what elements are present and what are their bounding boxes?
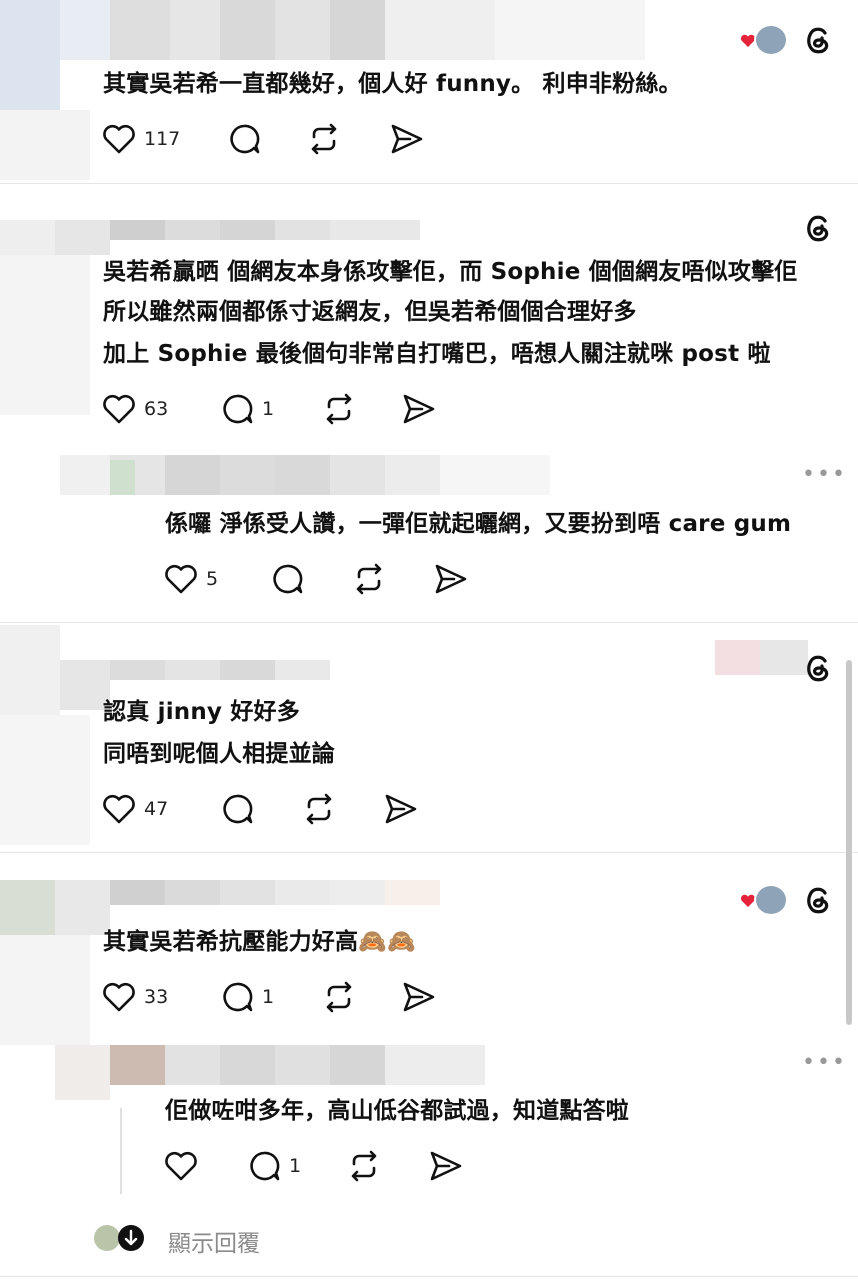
like-count: 117	[144, 128, 181, 150]
thread-connector-line	[120, 1108, 122, 1194]
threads-logo-icon[interactable]	[800, 882, 836, 918]
repost-button[interactable]	[305, 120, 343, 158]
repost-button[interactable]	[300, 790, 338, 828]
like-button[interactable]	[100, 790, 138, 828]
heart-outline-icon	[103, 394, 135, 424]
like-count: 5	[206, 568, 219, 590]
speech-bubble-icon	[273, 564, 303, 594]
divider	[0, 852, 858, 853]
speech-bubble-icon	[223, 394, 253, 424]
repost-icon	[326, 981, 352, 1013]
speech-bubble-icon	[223, 794, 253, 824]
scrollbar[interactable]	[846, 660, 852, 1025]
speech-bubble-icon	[230, 124, 260, 154]
repost-icon	[306, 793, 332, 825]
avatar[interactable]	[754, 24, 788, 56]
reply-button[interactable]	[225, 120, 263, 158]
reply-count: 1	[262, 398, 275, 420]
divider	[0, 183, 858, 184]
repost-button[interactable]	[320, 390, 358, 428]
reply-button[interactable]	[218, 978, 256, 1016]
like-button[interactable]	[162, 1147, 200, 1185]
post-text: 係囉 淨係受人讚，一彈佢就起曬網，又要扮到唔 care gum	[165, 511, 792, 537]
like-count: 63	[144, 398, 169, 420]
avatar[interactable]	[754, 884, 788, 916]
threads-logo-icon[interactable]	[800, 210, 836, 246]
like-button[interactable]	[162, 560, 200, 598]
heart-outline-icon	[103, 794, 135, 824]
arrow-down-icon	[118, 1225, 144, 1251]
send-icon	[391, 124, 423, 154]
heart-outline-icon	[165, 1151, 197, 1181]
repost-icon	[356, 563, 382, 595]
threads-logo-icon[interactable]	[800, 650, 836, 686]
heart-outline-icon	[103, 982, 135, 1012]
threads-logo-icon[interactable]	[800, 22, 836, 58]
heart-outline-icon	[103, 124, 135, 154]
post-text: 其實吳若希抗壓能力好高🙈🙈	[103, 929, 416, 955]
liked-by-avatars	[740, 884, 788, 916]
share-button[interactable]	[388, 120, 426, 158]
send-icon	[403, 982, 435, 1012]
more-icon[interactable]: •••	[802, 1050, 847, 1075]
send-icon	[430, 1151, 462, 1181]
reply-count: 1	[289, 1155, 302, 1177]
post-text: 吳若希贏晒 個網友本身係攻擊佢，而 Sophie 個個網友唔似攻擊佢	[103, 259, 798, 285]
like-button[interactable]	[100, 120, 138, 158]
repost-icon	[326, 393, 352, 425]
reply-button[interactable]	[268, 560, 306, 598]
post-text: 同唔到呢個人相提並論	[103, 741, 335, 767]
reply-button[interactable]	[218, 790, 256, 828]
liked-by-avatars	[740, 24, 788, 56]
heart-outline-icon	[165, 564, 197, 594]
repost-icon	[351, 1150, 377, 1182]
share-button[interactable]	[427, 1147, 465, 1185]
repost-button[interactable]	[320, 978, 358, 1016]
post-text: 佢做咗咁多年，高山低谷都試過，知道點答啦	[165, 1098, 629, 1124]
share-button[interactable]	[432, 560, 470, 598]
repost-button[interactable]	[345, 1147, 383, 1185]
speech-bubble-icon	[250, 1151, 280, 1181]
share-button[interactable]	[400, 978, 438, 1016]
post-text: 其實吳若希一直都幾好，個人好 funny。 利申非粉絲。	[103, 71, 682, 97]
repost-button[interactable]	[350, 560, 388, 598]
repost-icon	[311, 123, 337, 155]
like-count: 47	[144, 798, 169, 820]
post-text: 加上 Sophie 最後個句非常自打嘴巴，唔想人關注就咪 post 啦	[103, 341, 771, 367]
send-icon	[435, 564, 467, 594]
share-button[interactable]	[400, 390, 438, 428]
like-button[interactable]	[100, 390, 138, 428]
share-button[interactable]	[382, 790, 420, 828]
more-icon[interactable]: •••	[802, 462, 847, 487]
send-icon	[403, 394, 435, 424]
post-text: 所以雖然兩個都係寸返網友，但吳若希個個合理好多	[103, 299, 637, 325]
avatar	[94, 1225, 120, 1251]
like-button[interactable]	[100, 978, 138, 1016]
send-icon	[385, 794, 417, 824]
divider	[0, 622, 858, 623]
post-text: 認真 jinny 好好多	[103, 699, 300, 725]
reply-button[interactable]	[218, 390, 256, 428]
reply-button[interactable]	[245, 1147, 283, 1185]
speech-bubble-icon	[223, 982, 253, 1012]
divider	[0, 1276, 858, 1277]
show-replies-label[interactable]: 顯示回覆	[168, 1224, 260, 1258]
reply-count: 1	[262, 986, 275, 1008]
like-count: 33	[144, 986, 169, 1008]
